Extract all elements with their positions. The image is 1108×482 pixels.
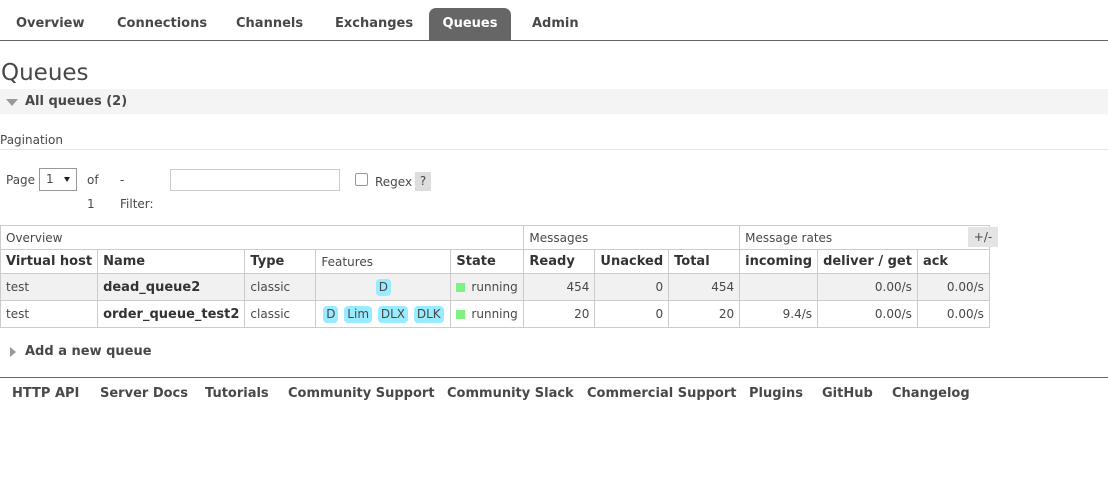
regex-label: Regex <box>375 175 413 189</box>
tab-queues[interactable]: Queues <box>429 8 511 41</box>
all-queues-section-toggle[interactable]: All queues (2) <box>0 89 1108 114</box>
cell-total: 454 <box>668 273 741 301</box>
table-column-header-row: Virtual host Name Type Features State Re… <box>0 249 990 274</box>
cell-features: D <box>315 273 452 301</box>
cell-unacked: 0 <box>594 300 670 328</box>
queues-table: Overview Messages Message rates Virtual … <box>0 225 990 328</box>
regex-help-button[interactable]: ? <box>415 172 431 191</box>
tab-connections[interactable]: Connections <box>101 8 223 41</box>
collapse-triangle-icon <box>6 99 18 106</box>
footer-link-github[interactable]: GitHub <box>822 384 873 404</box>
feature-badge-durable: D <box>375 278 392 296</box>
top-navigation: Overview Connections Channels Exchanges … <box>0 0 1108 41</box>
feature-badge-durable: D <box>323 305 339 323</box>
column-header-name[interactable]: Name <box>97 249 246 274</box>
cell-incoming <box>739 273 819 301</box>
tab-exchanges[interactable]: Exchanges <box>319 8 429 41</box>
tab-admin[interactable]: Admin <box>516 8 595 41</box>
column-header-ready[interactable]: Ready <box>523 249 596 274</box>
cell-vhost: test <box>0 273 99 301</box>
cell-ready: 454 <box>523 273 596 301</box>
page-count-label: of 1 <box>87 173 99 211</box>
table-row: test dead_queue2 classic D running 454 0… <box>0 273 990 301</box>
column-header-virtual-host[interactable]: Virtual host <box>0 249 99 274</box>
table-group-header-row: Overview Messages Message rates <box>0 225 990 250</box>
cell-ready: 20 <box>523 300 596 328</box>
group-header-message-rates: Message rates <box>739 225 990 250</box>
running-indicator-icon <box>456 283 466 292</box>
cell-deliver-get: 0.00/s <box>817 273 918 301</box>
cell-deliver-get: 0.00/s <box>817 300 918 328</box>
cell-incoming: 9.4/s <box>739 300 819 328</box>
footer-link-server-docs[interactable]: Server Docs <box>100 384 188 404</box>
feature-badge-limit: Lim <box>344 305 373 323</box>
group-header-messages: Messages <box>523 225 741 250</box>
queue-name-link[interactable]: dead_queue2 <box>97 273 246 301</box>
pagination-heading: Pagination <box>0 130 1108 150</box>
cell-unacked: 0 <box>594 273 670 301</box>
column-header-type[interactable]: Type <box>244 249 317 274</box>
table-row: test order_queue_test2 classic D Lim DLX… <box>0 300 990 328</box>
cell-state: running <box>450 300 525 328</box>
state-text: running <box>471 307 518 321</box>
column-header-ack[interactable]: ack <box>916 249 990 274</box>
cell-total: 20 <box>668 300 741 328</box>
cell-ack: 0.00/s <box>916 300 990 328</box>
cell-vhost: test <box>0 300 99 328</box>
column-header-deliver-get[interactable]: deliver / get <box>817 249 918 274</box>
running-indicator-icon <box>456 310 466 319</box>
feature-badge-dlk: DLK <box>413 305 444 323</box>
footer-link-tutorials[interactable]: Tutorials <box>205 384 269 404</box>
chevron-down-icon <box>64 177 70 182</box>
expand-triangle-icon <box>10 347 16 357</box>
cell-type: classic <box>244 300 317 328</box>
footer-link-community-support[interactable]: Community Support <box>288 384 435 404</box>
footer-link-plugins[interactable]: Plugins <box>749 384 803 404</box>
page-select[interactable]: 1 <box>39 168 77 191</box>
cell-ack: 0.00/s <box>916 273 990 301</box>
add-queue-label: Add a new queue <box>25 344 152 359</box>
group-header-overview: Overview <box>0 225 525 250</box>
state-text: running <box>471 280 518 294</box>
footer-link-commercial-support[interactable]: Commercial Support <box>587 384 737 404</box>
footer: HTTP API Server Docs Tutorials Community… <box>0 377 1108 409</box>
filter-input[interactable] <box>170 169 340 191</box>
columns-toggle-button[interactable]: +/- <box>968 227 998 247</box>
tab-overview[interactable]: Overview <box>0 8 101 41</box>
queue-name-link[interactable]: order_queue_test2 <box>97 300 246 328</box>
page-select-value: 1 <box>46 172 54 186</box>
column-header-state[interactable]: State <box>450 249 525 274</box>
column-header-features: Features <box>315 249 452 274</box>
column-header-incoming[interactable]: incoming <box>739 249 819 274</box>
page-title: Queues <box>1 60 89 86</box>
tab-channels[interactable]: Channels <box>220 8 319 41</box>
filter-label: - Filter: <box>120 173 154 211</box>
cell-features: D Lim DLX DLK <box>315 300 452 328</box>
column-header-total[interactable]: Total <box>668 249 741 274</box>
column-header-unacked[interactable]: Unacked <box>594 249 670 274</box>
page-label: Page <box>6 173 36 187</box>
footer-link-changelog[interactable]: Changelog <box>892 384 970 404</box>
footer-link-community-slack[interactable]: Community Slack <box>447 384 574 404</box>
regex-checkbox[interactable] <box>355 173 368 186</box>
all-queues-label: All queues (2) <box>25 94 128 109</box>
cell-state: running <box>450 273 525 301</box>
feature-badge-dlx: DLX <box>377 305 408 323</box>
cell-type: classic <box>244 273 317 301</box>
footer-link-http-api[interactable]: HTTP API <box>12 384 79 404</box>
